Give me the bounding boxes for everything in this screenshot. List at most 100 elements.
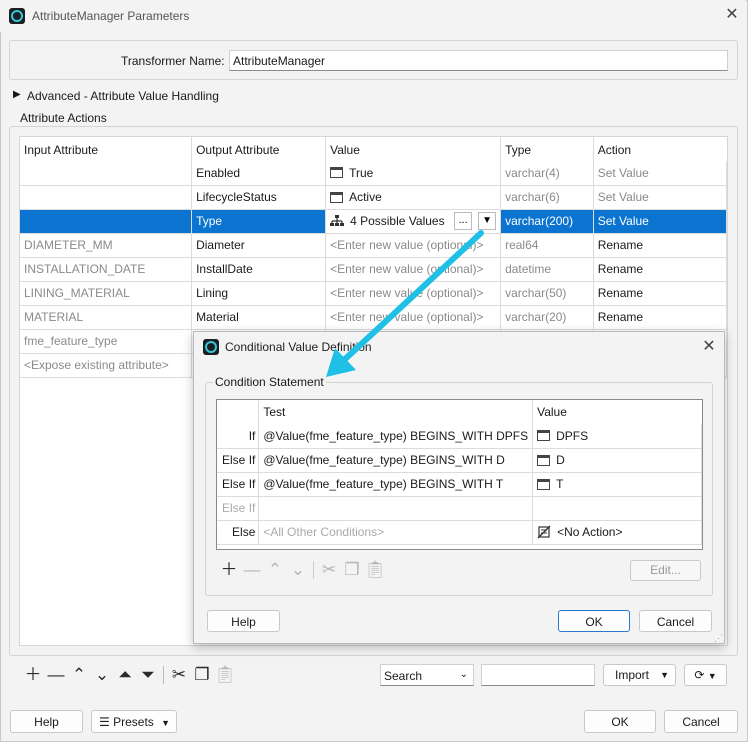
close-icon[interactable]: ✕ (723, 7, 741, 23)
table-row[interactable]: Enabled True varchar(4) Set Value (20, 161, 728, 186)
action-cell[interactable]: Rename (593, 281, 728, 306)
move-up-icon[interactable]: ⌃ (264, 560, 286, 580)
table-row[interactable]: MATERIAL Material <Enter new value (opti… (20, 305, 728, 330)
column-header-test[interactable]: Test (258, 400, 534, 424)
move-top-icon[interactable]: ⏶ (114, 665, 136, 685)
condition-value-cell[interactable]: T (532, 472, 702, 497)
value-cell[interactable]: <Enter new value (optional)> (325, 305, 502, 330)
action-cell[interactable]: Set Value (593, 161, 728, 186)
condition-row-else[interactable]: Else <All Other Conditions> <No Action> (217, 520, 702, 545)
output-cell[interactable]: InstallDate (191, 257, 327, 282)
add-icon[interactable]: ＋ (22, 665, 44, 685)
search-filter-dropdown[interactable]: Search ⌄ (380, 664, 474, 686)
dialog-ok-button[interactable]: OK (558, 610, 630, 632)
output-cell[interactable]: Type (191, 209, 327, 234)
column-header-output[interactable]: Output Attribute (191, 137, 327, 161)
column-header-action[interactable]: Action (593, 137, 726, 161)
condition-value-cell[interactable]: <No Action> (532, 520, 702, 545)
condition-row-empty[interactable]: Else If (217, 496, 702, 521)
refresh-button[interactable]: ⟳ ▼ (684, 664, 727, 686)
output-cell[interactable]: Enabled (191, 161, 327, 186)
output-cell[interactable]: LifecycleStatus (191, 185, 327, 210)
type-cell[interactable]: real64 (500, 233, 594, 258)
action-cell[interactable]: Rename (593, 305, 728, 330)
value-cell[interactable]: <Enter new value (optional)> (325, 281, 502, 306)
action-cell[interactable]: Rename (593, 233, 728, 258)
table-row[interactable]: LifecycleStatus Active varchar(6) Set Va… (20, 185, 728, 210)
paste-icon[interactable]: 📋︎ (364, 560, 386, 580)
value-cell[interactable]: True (325, 161, 502, 186)
input-cell[interactable]: DIAMETER_MM (20, 233, 193, 258)
move-up-icon[interactable]: ⌃ (68, 665, 90, 685)
condition-row[interactable]: Else If @Value(fme_feature_type) BEGINS_… (217, 472, 702, 497)
condition-test-cell[interactable]: @Value(fme_feature_type) BEGINS_WITH D (258, 448, 534, 473)
ok-button[interactable]: OK (584, 710, 656, 733)
column-header-type[interactable]: Type (500, 137, 594, 161)
condition-value-cell[interactable]: D (532, 448, 702, 473)
search-input[interactable] (481, 664, 595, 686)
condition-test-cell[interactable]: @Value(fme_feature_type) BEGINS_WITH DPF… (258, 424, 534, 449)
condition-value-cell[interactable]: DPFS (532, 424, 702, 449)
type-cell[interactable]: varchar(50) (500, 281, 594, 306)
input-cell[interactable]: INSTALLATION_DATE (20, 257, 193, 282)
table-row[interactable]: INSTALLATION_DATE InstallDate <Enter new… (20, 257, 728, 282)
condition-row[interactable]: If @Value(fme_feature_type) BEGINS_WITH … (217, 424, 702, 449)
value-cell[interactable]: 4 Possible Values ... ▼ (325, 209, 502, 234)
copy-icon[interactable]: ❐ (191, 665, 213, 685)
condition-test-cell[interactable]: @Value(fme_feature_type) BEGINS_WITH T (258, 472, 534, 497)
output-cell[interactable]: Diameter (191, 233, 327, 258)
column-header-input[interactable]: Input Attribute (20, 137, 193, 161)
remove-icon[interactable]: — (241, 560, 263, 580)
input-cell[interactable] (20, 161, 193, 186)
condition-test-cell[interactable] (258, 496, 534, 521)
action-cell[interactable]: Set Value (593, 209, 728, 234)
column-header-value[interactable]: Value (533, 400, 702, 424)
value-cell[interactable]: <Enter new value (optional)> (325, 257, 502, 282)
dialog-cancel-button[interactable]: Cancel (639, 610, 712, 632)
advanced-section-toggle[interactable]: Advanced - Attribute Value Handling (27, 89, 219, 103)
input-cell[interactable]: MATERIAL (20, 305, 193, 330)
move-down-icon[interactable]: ⌄ (91, 665, 113, 685)
transformer-name-input[interactable]: AttributeManager (229, 50, 728, 71)
add-icon[interactable]: ＋ (218, 560, 240, 580)
table-row-selected[interactable]: Type 4 Possible Values ... ▼ varchar(200… (20, 209, 728, 234)
condition-test-cell[interactable]: <All Other Conditions> (258, 520, 534, 545)
edit-value-button[interactable]: ... (454, 212, 473, 230)
table-row[interactable]: DIAMETER_MM Diameter <Enter new value (o… (20, 233, 728, 258)
type-cell[interactable]: varchar(20) (500, 305, 594, 330)
move-down-icon[interactable]: ⌄ (287, 560, 309, 580)
help-button[interactable]: Help (10, 710, 83, 733)
import-button[interactable]: Import ▼ (603, 664, 676, 686)
cancel-button[interactable]: Cancel (664, 710, 738, 733)
value-cell[interactable]: Active (325, 185, 502, 210)
input-cell[interactable] (20, 185, 193, 210)
paste-icon[interactable]: 📋︎ (214, 665, 236, 685)
cut-icon[interactable]: ✂ (168, 665, 190, 685)
input-cell[interactable]: fme_feature_type (20, 329, 193, 354)
condition-row[interactable]: Else If @Value(fme_feature_type) BEGINS_… (217, 448, 702, 473)
copy-icon[interactable]: ❐ (341, 560, 363, 580)
edit-condition-button[interactable]: Edit... (630, 560, 701, 581)
output-cell[interactable]: Lining (191, 281, 327, 306)
expose-attribute-cell[interactable]: <Expose existing attribute> (20, 353, 193, 378)
dialog-close-icon[interactable]: ✕ (700, 339, 718, 355)
expand-arrow-icon[interactable]: ▶ (13, 89, 21, 100)
column-header-value[interactable]: Value (325, 137, 502, 161)
type-cell[interactable]: varchar(4) (500, 161, 594, 186)
input-cell[interactable]: LINING_MATERIAL (20, 281, 193, 306)
condition-value-cell[interactable] (532, 496, 702, 521)
input-cell[interactable] (20, 209, 193, 234)
resize-grip-icon[interactable]: ⋰ (714, 633, 723, 644)
table-row[interactable]: LINING_MATERIAL Lining <Enter new value … (20, 281, 728, 306)
action-cell[interactable]: Set Value (593, 185, 728, 210)
move-bottom-icon[interactable]: ⏷ (137, 665, 159, 685)
action-cell[interactable]: Rename (593, 257, 728, 282)
dialog-help-button[interactable]: Help (207, 610, 280, 632)
cut-icon[interactable]: ✂ (318, 560, 340, 580)
type-cell[interactable]: varchar(200) (500, 209, 594, 234)
value-cell[interactable]: <Enter new value (optional)> (325, 233, 502, 258)
output-cell[interactable]: Material (191, 305, 327, 330)
value-dropdown-button[interactable]: ▼ (478, 212, 497, 230)
remove-icon[interactable]: — (45, 665, 67, 685)
type-cell[interactable]: varchar(6) (500, 185, 594, 210)
